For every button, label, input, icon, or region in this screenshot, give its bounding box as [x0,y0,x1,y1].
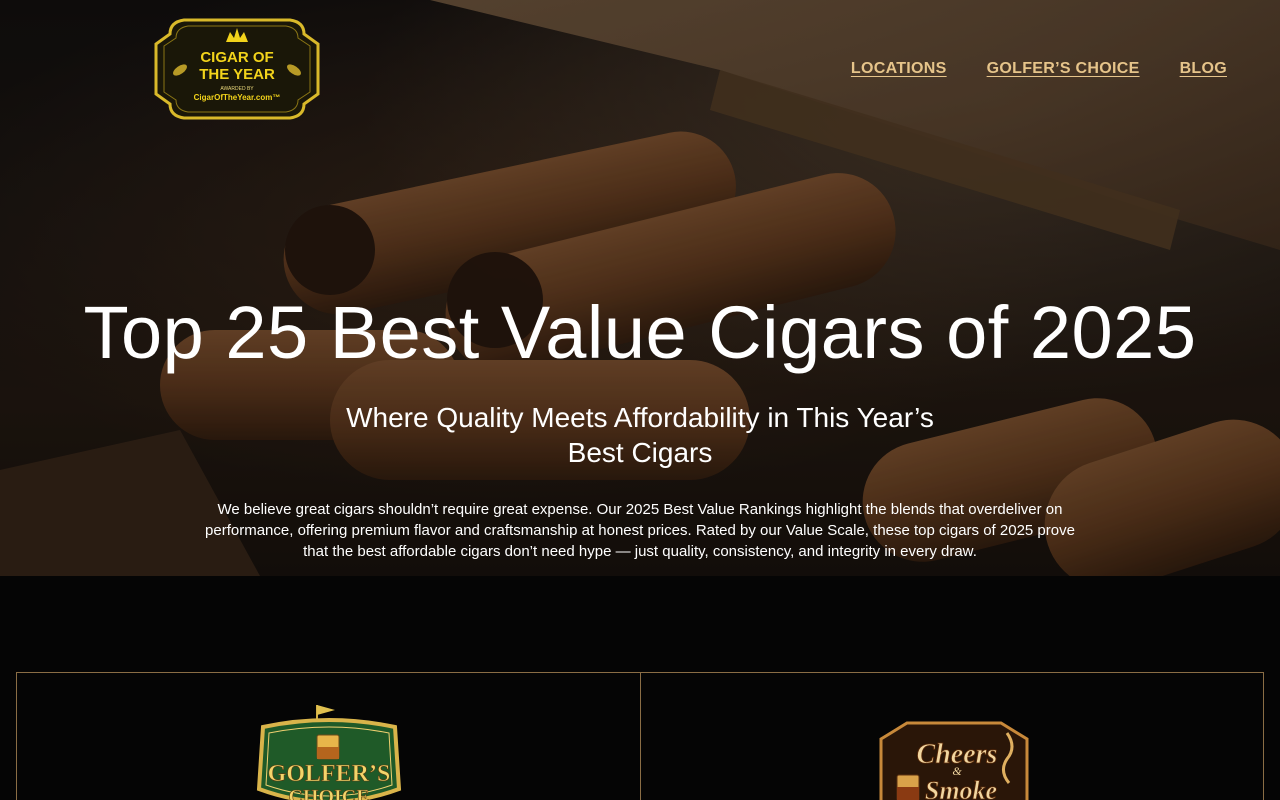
brand-cards: GOLFER’S CHOICE Cheers & Smoke [16,672,1264,800]
whiskey-glass-icon [316,734,340,760]
golfers-choice-line1: GOLFER’S [268,761,391,787]
cheers-and-smoke-logo[interactable]: Cheers & Smoke [867,719,1041,800]
hero-subtitle: Where Quality Meets Affordability in Thi… [346,402,934,468]
main-nav: LOCATIONS GOLFER’S CHOICE BLOG [851,60,1227,78]
golfers-choice-line2: CHOICE [288,786,369,800]
card-cheers-and-smoke[interactable]: Cheers & Smoke [640,672,1264,800]
nav-blog[interactable]: BLOG [1180,60,1227,78]
logo-line1: CIGAR OF [200,49,273,66]
hero-description: We believe great cigars shouldn’t requir… [205,501,1075,560]
logo-line2: THE YEAR [199,66,275,83]
page-title: Top 25 Best Value Cigars of 2025 [83,291,1197,374]
logo-site: CigarOfTheYear.com™ [194,93,281,102]
cigar-of-the-year-logo[interactable]: CIGAR OF THE YEAR AWARDED BY CigarOfTheY… [150,10,324,128]
nav-locations[interactable]: LOCATIONS [851,60,947,78]
golfers-choice-logo[interactable]: GOLFER’S CHOICE [255,705,403,800]
logo-awarded: AWARDED BY [220,86,254,92]
whiskey-glass-icon [896,774,919,800]
cheers-line2: Smoke [924,776,996,800]
card-golfers-choice[interactable]: GOLFER’S CHOICE [16,672,641,800]
nav-golfers-choice[interactable]: GOLFER’S CHOICE [987,60,1140,78]
